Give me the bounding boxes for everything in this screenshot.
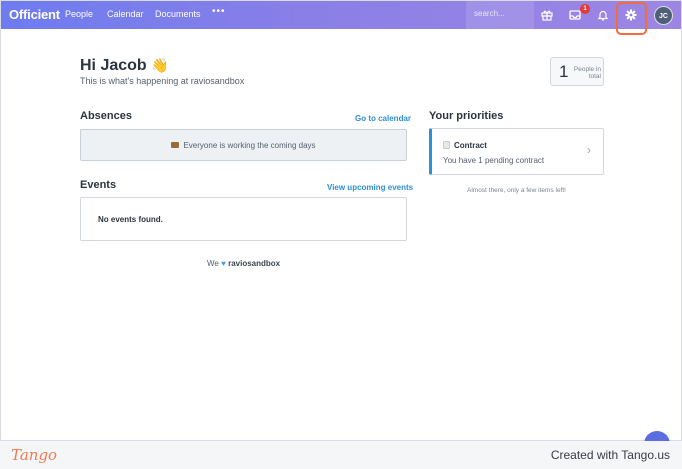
tango-footer: Tango Created with Tango.us: [0, 441, 682, 469]
app-logo[interactable]: Officient: [9, 7, 60, 22]
settings-highlight: [616, 2, 647, 35]
people-count: 1: [559, 62, 569, 81]
page-title: Hi Jacob 👋: [80, 57, 169, 74]
more-menu-button[interactable]: •••: [212, 6, 226, 17]
go-to-calendar-link[interactable]: Go to calendar: [355, 114, 411, 123]
nav-item-calendar[interactable]: Calendar: [107, 9, 144, 19]
heart-icon: ♥: [221, 259, 226, 268]
priorities-heading: Your priorities: [429, 110, 504, 122]
tango-logo: Tango: [11, 446, 58, 464]
app-window: Officient People Calendar Documents ••• …: [0, 0, 682, 441]
wave-emoji: 👋: [151, 57, 169, 73]
priorities-note: Almost there, only a few items left!: [467, 187, 566, 194]
search-box: [466, 1, 534, 29]
briefcase-icon: [171, 142, 180, 148]
search-input[interactable]: [474, 9, 530, 18]
events-box: No events found.: [80, 197, 407, 241]
events-heading: Events: [80, 179, 117, 191]
user-avatar[interactable]: JC: [654, 6, 673, 25]
created-with-text: Created with Tango.us: [550, 448, 670, 462]
nav-item-people[interactable]: People: [65, 9, 93, 19]
priority-subtitle: You have 1 pending contract: [443, 156, 545, 165]
top-nav: Officient People Calendar Documents ••• …: [1, 1, 681, 29]
view-upcoming-events-link[interactable]: View upcoming events: [327, 183, 413, 192]
absences-heading: Absences: [80, 110, 132, 122]
nav-item-documents[interactable]: Documents: [155, 9, 201, 19]
people-label: People in total: [573, 66, 601, 80]
absences-box: Everyone is working the coming days: [80, 129, 407, 161]
events-empty-message: No events found.: [98, 215, 163, 224]
priority-title: Contract: [454, 141, 487, 150]
gift-icon[interactable]: [540, 8, 554, 22]
document-icon: [443, 141, 450, 149]
page-subtitle: This is what's happening at raviosandbox: [80, 76, 245, 86]
people-count-card[interactable]: 1 People in total: [550, 57, 604, 86]
contract-priority-card[interactable]: Contract You have 1 pending contract ›: [429, 128, 604, 175]
company-name: raviosandbox: [228, 259, 281, 268]
company-love-line: We ♥ raviosandbox: [207, 259, 281, 268]
chevron-right-icon: ›: [587, 143, 591, 157]
inbox-badge: 1: [580, 4, 590, 14]
bell-icon[interactable]: [596, 8, 610, 22]
absences-message: Everyone is working the coming days: [183, 141, 316, 150]
